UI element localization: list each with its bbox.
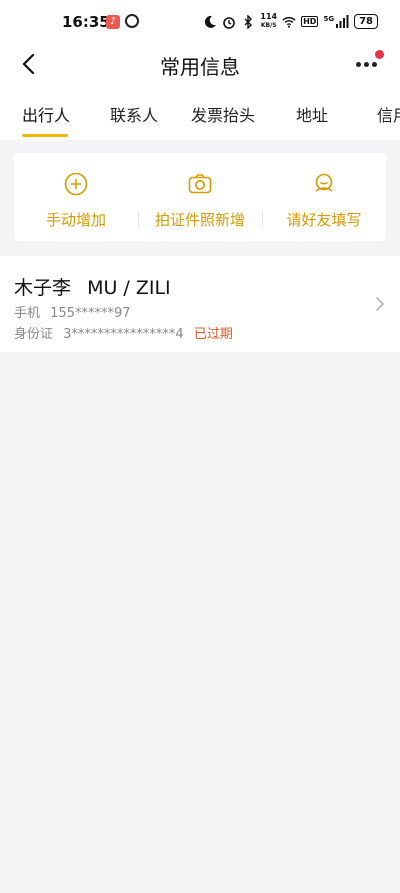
manual-add-button[interactable]: 手动增加: [14, 153, 138, 241]
more-button[interactable]: [356, 50, 384, 76]
id-value: 3****************4: [63, 327, 184, 342]
traveler-name-row: 木子李 MU / ZILI: [14, 273, 171, 300]
tab-addresses[interactable]: 地址: [296, 102, 328, 126]
tab-travelers[interactable]: 出行人: [22, 102, 70, 126]
tab-invoice-titles[interactable]: 发票抬头: [191, 102, 255, 126]
status-bar: 16:35 ♪ 114 KB/S HD 5G 78: [0, 0, 400, 44]
phone-label: 手机: [14, 306, 41, 321]
invite-friend-button[interactable]: 请好友填写: [262, 153, 386, 241]
traveler-id-row: 身份证 3****************4 已过期: [14, 323, 233, 342]
signal-indicator: 5G: [323, 14, 349, 29]
add-traveler-card: 手动增加 拍证件照新增 请好友填写: [14, 153, 386, 241]
more-dots-icon: [356, 62, 380, 67]
traveler-phone-row: 手机 155******97: [14, 302, 131, 321]
id-label: 身份证: [14, 327, 54, 342]
invite-friend-label: 请好友填写: [286, 211, 362, 229]
phone-value: 155******97: [50, 306, 131, 321]
traveler-name: 木子李: [14, 277, 72, 299]
id-expired-badge: 已过期: [193, 327, 233, 342]
tab-contacts[interactable]: 联系人: [110, 102, 158, 126]
tab-credit[interactable]: 信用: [377, 102, 400, 126]
status-time: 16:35: [62, 13, 110, 31]
scan-id-button[interactable]: 拍证件照新增: [138, 153, 262, 241]
music-app-icon: ♪: [106, 15, 120, 29]
plus-circle-icon: [64, 172, 88, 196]
bluetooth-icon: [244, 14, 253, 29]
friend-icon: [315, 173, 333, 192]
page-title: 常用信息: [160, 55, 240, 79]
manual-add-label: 手动增加: [45, 211, 106, 229]
hd-badge: HD: [301, 16, 319, 27]
wifi-icon: [282, 16, 296, 28]
alarm-icon: [223, 16, 236, 29]
traveler-pinyin: MU / ZILI: [87, 277, 171, 299]
signal-icon: [336, 14, 349, 28]
notification-badge: [375, 50, 384, 59]
battery-indicator: 78: [354, 14, 378, 29]
content-area: [0, 140, 400, 893]
traveler-list-item[interactable]: 木子李 MU / ZILI 手机 155******97 身份证 3******…: [0, 256, 400, 352]
status-indicators: 114 KB/S HD 5G 78: [203, 13, 378, 30]
nav-header: 常用信息: [0, 40, 400, 88]
moon-icon: [205, 15, 217, 28]
chevron-right-icon: [376, 297, 384, 311]
camera-icon: [188, 174, 212, 194]
active-tab-indicator: [22, 134, 68, 137]
network-speed: 114 KB/S: [260, 12, 278, 30]
notification-app-icon: [125, 14, 139, 28]
scan-id-label: 拍证件照新增: [154, 211, 245, 229]
